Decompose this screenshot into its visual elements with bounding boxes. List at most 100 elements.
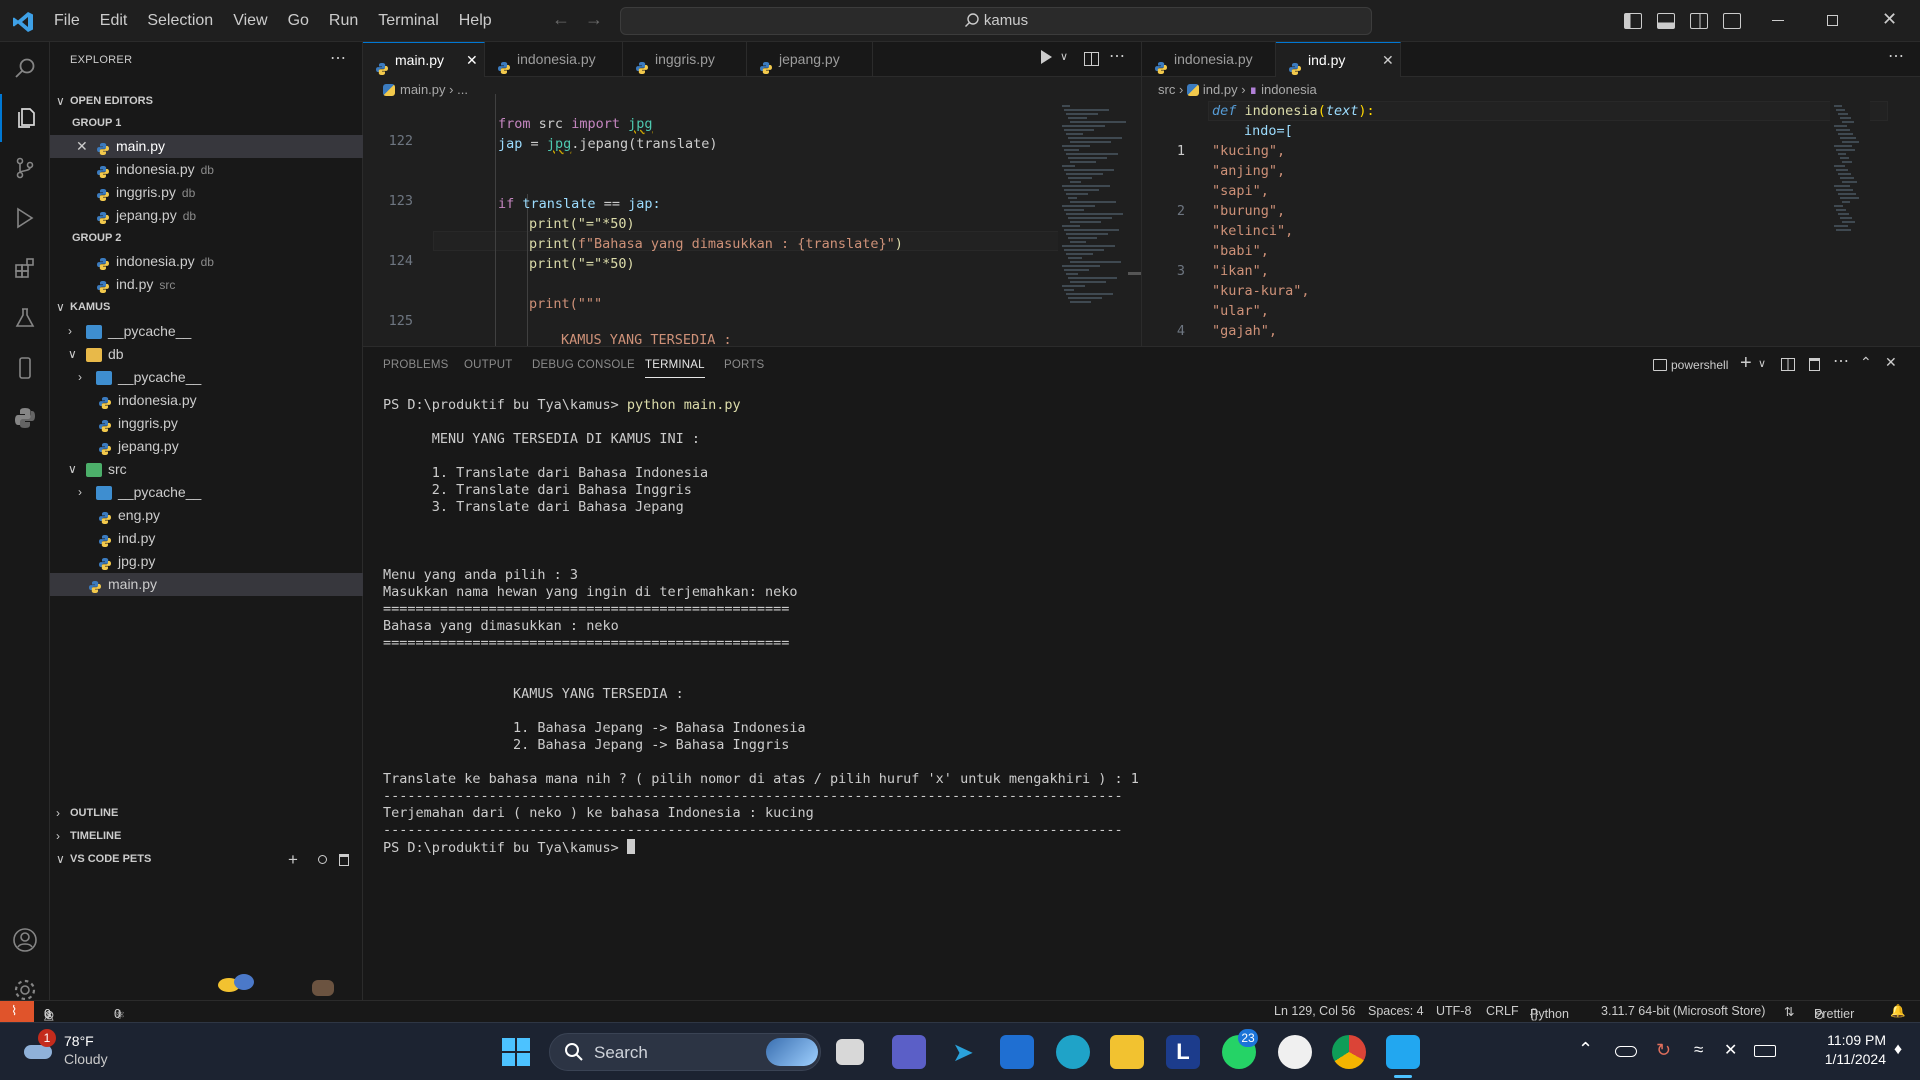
maximize-panel-icon[interactable]: ⌃ [1860, 354, 1872, 371]
menu-file[interactable]: File [44, 12, 90, 30]
breadcrumb-file[interactable]: ind.py [1203, 82, 1238, 97]
panel-tab-terminal[interactable]: TERMINAL [645, 359, 705, 378]
toggle-secondary-sidebar-icon[interactable] [1690, 13, 1708, 29]
close-tab-icon[interactable]: ✕ [1382, 43, 1394, 78]
taskbar-search[interactable]: Search [549, 1033, 821, 1071]
menu-go[interactable]: Go [278, 12, 319, 30]
remote-indicator[interactable]: ⌇ [0, 1001, 34, 1023]
teams-icon[interactable] [892, 1035, 926, 1069]
forward-arrow-icon[interactable]: → [585, 9, 603, 30]
breadcrumb-folder[interactable]: src [1158, 82, 1175, 97]
toggle-primary-sidebar-icon[interactable] [1624, 13, 1642, 29]
customize-layout-icon[interactable] [1723, 13, 1741, 29]
line-ending[interactable]: CRLF [1486, 1004, 1519, 1018]
sync-icon[interactable]: ↻ [1656, 1040, 1671, 1061]
tree-file[interactable]: jpg.py [50, 550, 363, 573]
chrome-icon[interactable] [1332, 1035, 1366, 1069]
split-editor-icon[interactable] [1084, 52, 1099, 66]
chevron-down-icon[interactable]: ∨ [1758, 357, 1766, 370]
more-actions-icon[interactable]: ⋯ [1888, 46, 1904, 66]
trash-icon[interactable] [1809, 358, 1820, 371]
panel-tab-output[interactable]: OUTPUT [464, 359, 512, 371]
open-editor-item[interactable]: ind.py src [50, 273, 363, 296]
tab-jepang-py[interactable]: jepang.py [747, 42, 873, 77]
ball-icon[interactable] [318, 855, 327, 864]
tree-file[interactable]: indonesia.py [50, 389, 363, 412]
clock-date[interactable]: 1/11/2024 [1806, 1051, 1886, 1067]
onedrive-icon[interactable] [1615, 1046, 1637, 1057]
battery-icon[interactable] [1754, 1045, 1776, 1057]
menu-terminal[interactable]: Terminal [368, 12, 448, 30]
chevron-down-icon[interactable]: ∨ [1060, 50, 1068, 63]
tree-file[interactable]: ind.py [50, 527, 363, 550]
clock-time[interactable]: 11:09 PM [1806, 1032, 1886, 1048]
tree-folder[interactable]: ∨ db [50, 343, 363, 366]
activity-run-debug[interactable] [0, 194, 50, 242]
panel-tab-problems[interactable]: PROBLEMS [383, 359, 449, 371]
restore-window-icon[interactable] [1827, 15, 1838, 26]
close-window-icon[interactable]: ✕ [1882, 9, 1897, 30]
activity-accounts[interactable] [0, 916, 50, 964]
timeline-section[interactable]: › TIMELINE [50, 825, 363, 848]
tree-folder[interactable]: › __pycache__ [50, 320, 363, 343]
wifi-icon[interactable]: ≈ [1694, 1040, 1703, 1060]
panel-tab-debug-console[interactable]: DEBUG CONSOLE [532, 359, 635, 371]
tree-folder[interactable]: ∨ src [50, 458, 363, 481]
more-actions-icon[interactable]: ⋯ [1833, 351, 1849, 371]
tree-file[interactable]: inggris.py [50, 412, 363, 435]
explorer-more-icon[interactable]: ⋯ [330, 48, 346, 68]
bell-icon[interactable]: 🔔 [1890, 1004, 1906, 1019]
open-editor-item[interactable]: jepang.py db [50, 204, 363, 227]
breadcrumb-symbol[interactable]: ... [457, 82, 468, 97]
tab-ind-py[interactable]: ind.py ✕ [1276, 42, 1401, 77]
breadcrumb-symbol[interactable]: indonesia [1261, 82, 1317, 97]
close-tab-icon[interactable]: ✕ [466, 43, 478, 78]
more-actions-icon[interactable]: ⋯ [1109, 46, 1125, 66]
split-terminal-icon[interactable] [1781, 358, 1795, 371]
menu-view[interactable]: View [223, 12, 277, 30]
open-editor-item[interactable]: ✕ main.py [50, 135, 363, 158]
run-file-icon[interactable] [1041, 50, 1052, 64]
notification-bell-icon[interactable]: ♦ [1894, 1041, 1902, 1059]
tree-folder[interactable]: › __pycache__ [50, 366, 363, 389]
tree-folder[interactable]: › __pycache__ [50, 481, 363, 504]
open-editor-item[interactable]: indonesia.py db [50, 158, 363, 181]
terminal-shell-name[interactable]: powershell [1671, 358, 1728, 372]
tab-indonesia-py[interactable]: indonesia.py [1142, 42, 1276, 77]
sync-icon[interactable]: ⇅ [1784, 1004, 1794, 1019]
tab-indonesia-py[interactable]: indonesia.py [485, 42, 623, 77]
trash-icon[interactable] [339, 854, 349, 866]
open-editors-section[interactable]: ∨ OPEN EDITORS [50, 90, 363, 113]
open-editor-item[interactable]: indonesia.py db [50, 250, 363, 273]
editor-ind-py[interactable]: src › ind.py › ∎ indonesia 1 2 3 4 5 6 7… [1141, 77, 1920, 346]
editor-main-py[interactable]: main.py › ... 122 123 124 125 126 127 12… [363, 77, 1141, 346]
chevron-up-icon[interactable]: ⌃ [1578, 1039, 1593, 1060]
weather-widget[interactable]: 1 78°F Cloudy [18, 1029, 138, 1075]
close-icon[interactable]: ✕ [76, 135, 88, 158]
menu-help[interactable]: Help [449, 12, 502, 30]
toggle-panel-icon[interactable] [1657, 13, 1675, 29]
terminal-output[interactable]: PS D:\produktif bu Tya\kamus> python mai… [383, 397, 1139, 856]
menu-selection[interactable]: Selection [137, 12, 223, 30]
scrollbar-thumb[interactable] [1128, 272, 1141, 275]
close-panel-icon[interactable]: ✕ [1885, 354, 1897, 371]
activity-source-control[interactable] [0, 144, 50, 192]
encoding[interactable]: UTF-8 [1436, 1004, 1471, 1018]
minimize-window-icon[interactable] [1772, 20, 1784, 21]
tree-file[interactable]: eng.py [50, 504, 363, 527]
project-section[interactable]: ∨ KAMUS [50, 296, 363, 319]
minimap[interactable] [1830, 101, 1870, 346]
menu-run[interactable]: Run [319, 12, 368, 30]
edge-icon[interactable] [1056, 1035, 1090, 1069]
activity-python[interactable] [0, 394, 50, 442]
pets-section[interactable]: ∨ VS CODE PETS + [50, 848, 363, 871]
speaker-muted-icon[interactable]: ✕ [1724, 1040, 1737, 1060]
tree-file[interactable]: jepang.py [50, 435, 363, 458]
minimap[interactable] [1058, 101, 1128, 346]
activity-explorer[interactable] [0, 94, 50, 142]
menu-edit[interactable]: Edit [90, 12, 138, 30]
outline-section[interactable]: › OUTLINE [50, 802, 363, 825]
indentation[interactable]: Spaces: 4 [1368, 1004, 1424, 1018]
activity-search[interactable] [0, 44, 50, 92]
activity-extensions[interactable] [0, 244, 50, 292]
